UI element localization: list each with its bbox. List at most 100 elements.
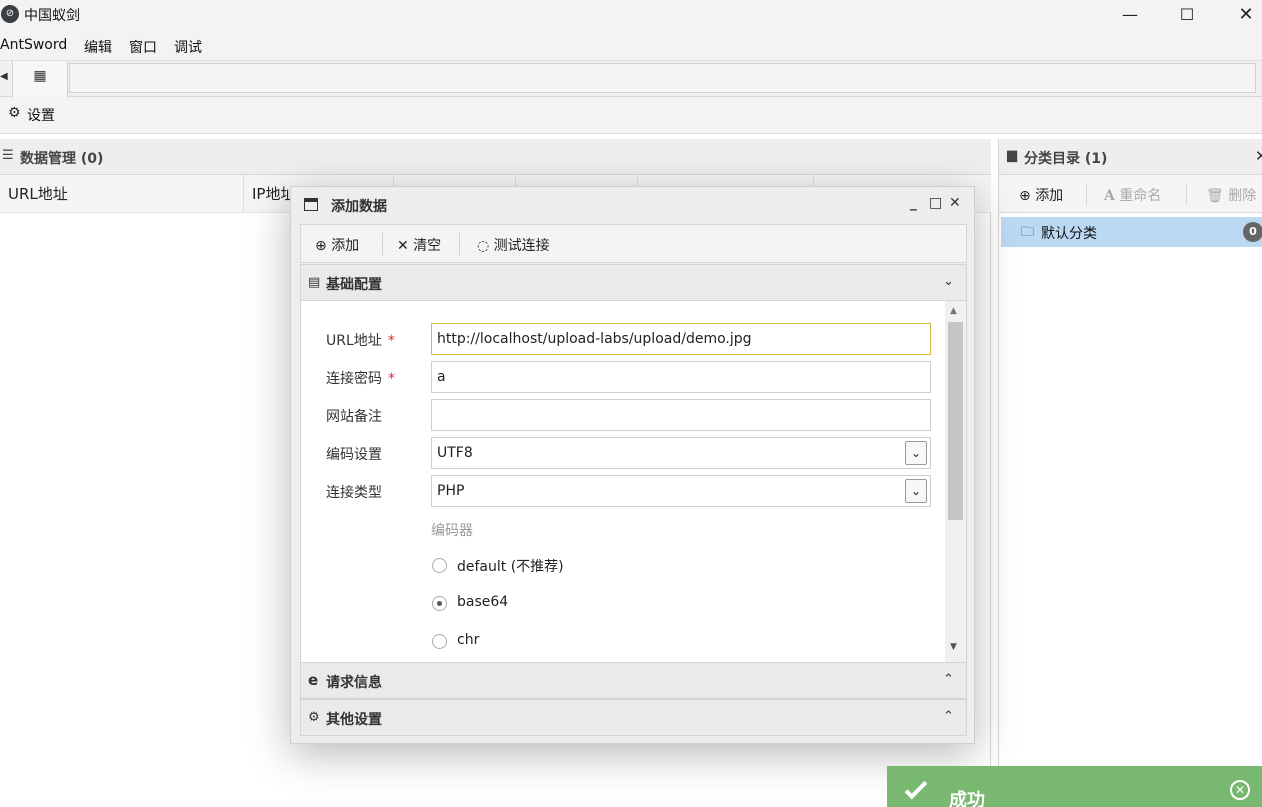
url-label-text: URL地址 [326,333,382,349]
folder-icon: ▆ [1007,148,1017,163]
menu-edit[interactable]: 编辑 [84,37,112,57]
encoder-radio-base64[interactable] [432,596,447,611]
category-count-badge: 0 [1243,222,1262,242]
type-select[interactable]: PHP ⌄ [431,475,931,507]
window-title: 中国蚁剑 [24,8,80,24]
note-input[interactable] [431,399,931,431]
scrollbar-thumb[interactable] [948,322,963,520]
check-icon [904,776,928,800]
toast-close-button[interactable]: ✕ [1230,780,1250,800]
ie-icon: e [308,671,319,689]
dialog-clear-label: 清空 [413,238,442,254]
dialog-title: 添加数据 [331,199,387,215]
dialog-test-label: 测试连接 [493,238,550,254]
close-button[interactable]: ✕ [1224,3,1262,27]
category-delete-label: 删除 [1228,188,1257,204]
dialog-add-label: 添加 [331,238,360,254]
spinner-icon: ◌ [477,238,490,254]
dialog-test-connection-button[interactable]: ◌ 测试连接 [477,235,550,255]
file-icon: ▤ [308,275,321,290]
success-toast: 成功 ✕ [887,766,1262,807]
plus-circle-icon: ⊕ [1019,188,1031,204]
dialog-header: 添加数据 _ □ ✕ [291,187,974,223]
encoder-radio-chr[interactable] [432,634,447,649]
minimize-button[interactable]: — [1108,3,1152,27]
category-add-button[interactable]: ⊕ 添加 [1019,185,1063,205]
menu-antsword[interactable]: AntSword [0,37,67,53]
maximize-button[interactable]: ☐ [1165,3,1209,27]
column-header-url[interactable]: URL地址 [0,175,244,213]
category-panel-header: ▆ 分类目录 (1) ✕ [999,139,1262,175]
section-request-title: 请求信息 [326,675,382,691]
dialog-clear-button[interactable]: ✕ 清空 [397,235,441,255]
list-icon: ☰ [2,148,14,163]
required-mark: * [387,333,395,349]
section-other-title: 其他设置 [326,712,382,728]
tab-scroll-left-icon[interactable]: ◀ [0,71,8,82]
chevron-down-icon[interactable]: ⌄ [905,479,927,503]
toolbar-separator [1186,183,1187,205]
window-icon [304,198,318,211]
cogs-icon: ⚙ [308,710,320,725]
dialog-add-button[interactable]: ⊕ 添加 [315,235,359,255]
chevron-down-icon[interactable]: ⌄ [905,441,927,465]
encoding-select-value: UTF8 [437,445,473,461]
type-label: 连接类型 [326,485,382,501]
password-input[interactable]: a [431,361,931,393]
plus-circle-icon: ⊕ [315,238,327,254]
section-request-info[interactable]: e 请求信息 ⌃ [300,662,967,699]
toolbar-separator [1086,183,1087,205]
note-label: 网站备注 [326,409,382,425]
grid-icon: ▦ [33,68,47,84]
toolbar-separator [382,233,383,255]
collapse-panel-icon[interactable]: ✕ [1255,147,1262,165]
category-panel-title: 分类目录 (1) [1024,151,1108,167]
settings-bar: ⚙ 设置 [0,97,1262,134]
menu-bar: AntSword 编辑 窗口 调试 [0,30,1262,61]
antsword-logo-icon: ⊘ [1,5,19,23]
encoder-label-base64[interactable]: base64 [457,594,508,610]
url-input[interactable]: http://localhost/upload-labs/upload/demo… [431,323,931,355]
form-scrollbar[interactable]: ▲ ▼ [945,301,966,662]
basic-config-body: URL地址 * http://localhost/upload-labs/uplo… [300,301,967,662]
font-icon: A [1104,188,1115,204]
menu-window[interactable]: 窗口 [129,37,157,57]
tab-home[interactable]: ▦ [12,61,68,97]
folder-open-icon: 🗀 [1021,225,1035,240]
category-add-label: 添加 [1035,188,1064,204]
section-other-settings[interactable]: ⚙ 其他设置 ⌃ [300,699,967,736]
encoder-label-default[interactable]: default (不推荐) [457,556,564,576]
section-basic-title: 基础配置 [326,277,382,293]
toast-message: 成功 [949,790,985,807]
title-bar: ⊘ 中国蚁剑 — ☐ ✕ [0,0,1262,30]
section-basic-config[interactable]: ▤ 基础配置 ⌄ [300,264,967,301]
chevron-up-icon: ⌃ [943,672,954,687]
toolbar-separator [459,233,460,255]
dialog-close-button[interactable]: ✕ [949,195,961,211]
encoder-radio-default[interactable] [432,558,447,573]
menu-debug[interactable]: 调试 [174,37,202,57]
encoding-select[interactable]: UTF8 ⌄ [431,437,931,469]
times-icon: ✕ [397,238,409,254]
url-label: URL地址 * [326,330,395,350]
category-delete-button[interactable]: 🗑 删除 [1206,185,1256,205]
encoder-section-title: 编码器 [431,523,473,539]
encoder-label-chr[interactable]: chr [457,632,479,648]
gear-icon: ⚙ [8,105,21,121]
required-mark: * [388,371,395,387]
password-label-text: 连接密码 [326,371,382,387]
type-select-value: PHP [437,483,465,499]
scroll-up-icon[interactable]: ▲ [950,306,957,316]
dialog-maximize-button[interactable]: □ [929,195,942,211]
tab-strip [69,63,1256,93]
category-rename-button[interactable]: A 重命名 [1104,185,1161,205]
scroll-down-icon[interactable]: ▼ [950,642,957,652]
data-panel-header: ☰ 数据管理 (0) [0,139,991,175]
password-label: 连接密码 * [326,368,395,388]
category-item-default[interactable]: 🗀 默认分类 0 [1001,217,1262,247]
encoding-label: 编码设置 [326,447,382,463]
category-item-label: 默认分类 [1041,226,1097,242]
dialog-minimize-button[interactable]: _ [910,195,917,211]
settings-button[interactable]: 设置 [27,105,55,125]
add-data-dialog: 添加数据 _ □ ✕ ⊕ 添加 ✕ 清空 ◌ 测试连接 ▤ 基础配置 ⌄ URL… [290,186,975,744]
